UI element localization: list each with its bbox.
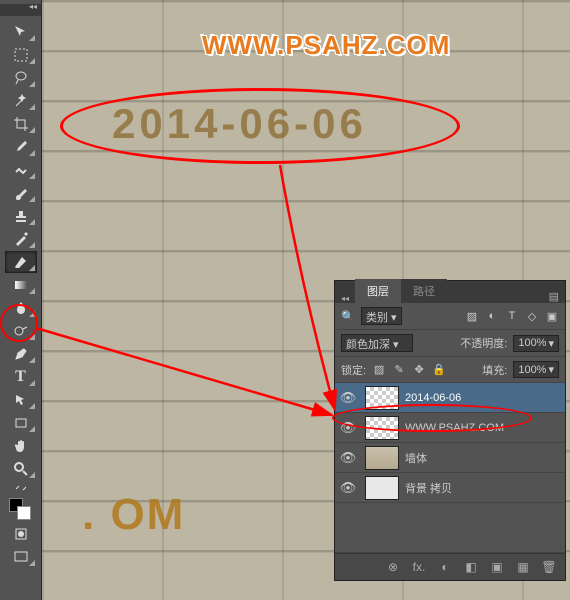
blend-mode-dropdown[interactable]: 颜色加深 ▾ [341,334,413,352]
eraser-tool[interactable] [5,251,37,273]
lock-brush-icon[interactable]: ✎ [392,363,406,377]
layer-row[interactable]: 👁 WWW.PSAHZ.COM [335,413,565,443]
filter-type-dropdown[interactable]: 类别 ▾ [361,307,402,325]
pen-tool[interactable] [5,343,37,365]
visibility-toggle[interactable]: 👁 [337,480,359,496]
marquee-tool[interactable] [5,44,37,66]
tab-layers[interactable]: 图层 [355,279,401,303]
history-brush-tool[interactable] [5,228,37,250]
new-layer-icon[interactable]: ▦ [515,560,531,574]
layer-row[interactable]: 👁 背景 拷贝 [335,473,565,503]
layer-name[interactable]: 墙体 [405,450,563,466]
opacity-label: 不透明度: [460,335,507,351]
blur-tool[interactable] [5,297,37,319]
color-swap[interactable] [5,481,37,495]
layer-row[interactable]: 👁 墙体 [335,443,565,473]
layer-name[interactable]: 背景 拷贝 [405,480,563,496]
lock-all-icon[interactable]: 🔒 [432,363,446,377]
lock-move-icon[interactable]: ✥ [412,363,426,377]
layer-thumbnail[interactable] [365,446,399,470]
layer-thumbnail[interactable] [365,416,399,440]
filter-row: 🔍 类别 ▾ ▨ ◐ T ◇ ▣ [335,303,565,330]
layer-name[interactable]: 2014-06-06 [405,392,563,404]
crop-tool[interactable] [5,113,37,135]
hand-tool[interactable] [5,435,37,457]
layer-thumbnail[interactable] [365,476,399,500]
corner-text: . OM [82,490,185,540]
blend-row: 颜色加深 ▾ 不透明度: 100% ▾ [335,330,565,357]
layers-panel: ◂◂ 图层 路径 ▤ 🔍 类别 ▾ ▨ ◐ T ◇ ▣ 颜色加深 ▾ 不透明度:… [334,280,566,581]
shape-tool[interactable] [5,412,37,434]
dodge-tool[interactable] [5,320,37,342]
opacity-input[interactable]: 100% ▾ [513,335,559,352]
stamp-tool[interactable] [5,205,37,227]
lock-label: 锁定: [341,362,366,378]
layer-thumbnail[interactable] [365,386,399,410]
filter-smart-icon[interactable]: ▣ [545,309,559,323]
move-tool[interactable] [5,21,37,43]
panel-footer: ⊗ fx. ◐ ◧ ▣ ▦ 🗑 [335,553,565,580]
path-select-tool[interactable] [5,389,37,411]
panel-collapse-icon[interactable]: ◂◂ [335,294,355,303]
panel-tabs: ◂◂ 图层 路径 ▤ [335,281,565,303]
fill-input[interactable]: 100% ▾ [513,361,559,378]
filter-shape-icon[interactable]: ◇ [525,309,539,323]
visibility-toggle[interactable]: 👁 [337,420,359,436]
heal-tool[interactable] [5,159,37,181]
tools-panel: T [0,0,42,600]
tools-header[interactable] [0,4,41,16]
quickmask-toggle[interactable] [5,523,37,545]
color-swatch[interactable] [5,496,37,522]
tab-paths[interactable]: 路径 [401,279,447,303]
eyedropper-tool[interactable] [5,136,37,158]
lock-trans-icon[interactable]: ▨ [372,363,386,377]
brush-tool[interactable] [5,182,37,204]
mask-icon[interactable]: ◐ [437,560,453,574]
date-stencil-text: 2014-06-06 [112,100,367,148]
layer-row[interactable]: 👁 2014-06-06 [335,383,565,413]
zoom-tool[interactable] [5,458,37,480]
lasso-tool[interactable] [5,67,37,89]
layer-name[interactable]: WWW.PSAHZ.COM [405,422,563,434]
fill-label: 填充: [482,362,507,378]
screen-mode[interactable] [5,546,37,568]
visibility-toggle[interactable]: 👁 [337,450,359,466]
filter-type-icon[interactable]: T [505,309,519,323]
adjustment-icon[interactable]: ◧ [463,560,479,574]
filter-adjust-icon[interactable]: ◐ [485,309,499,323]
search-icon: 🔍 [341,309,355,323]
watermark-text: WWW.PSAHZ.COM [202,30,450,61]
filter-pixel-icon[interactable]: ▨ [465,309,479,323]
link-layers-icon[interactable]: ⊗ [385,560,401,574]
wand-tool[interactable] [5,90,37,112]
group-icon[interactable]: ▣ [489,560,505,574]
lock-row: 锁定: ▨ ✎ ✥ 🔒 填充: 100% ▾ [335,357,565,383]
visibility-toggle[interactable]: 👁 [337,390,359,406]
delete-layer-icon[interactable]: 🗑 [541,560,557,574]
layer-list: 👁 2014-06-06 👁 WWW.PSAHZ.COM 👁 墙体 👁 背景 拷… [335,383,565,553]
fx-icon[interactable]: fx. [411,560,427,574]
type-tool[interactable]: T [5,366,37,388]
panel-menu-button[interactable]: ▤ [543,290,565,303]
gradient-tool[interactable] [5,274,37,296]
